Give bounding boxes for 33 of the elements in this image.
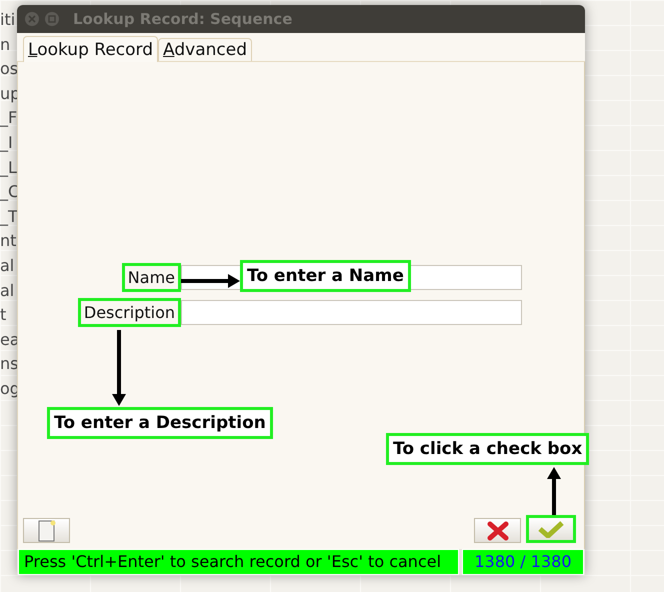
background-text: nt [0,230,18,252]
background-text: al [0,254,16,277]
annotation-tooltip: To enter a Description [47,407,273,439]
note-icon [38,520,56,542]
tab[interactable]: Lookup Record [23,36,158,62]
background-text: iti [0,9,16,31]
annotation-tooltip: To enter a Name [240,260,411,292]
field-label: Name [122,263,181,292]
background-text: al [0,280,16,302]
background-text: _F [0,107,18,130]
record-count: 1380 / 1380 [462,549,584,575]
background-text: _T [0,206,19,228]
input-field[interactable] [181,300,522,325]
arrow [547,467,561,516]
status-message: Press 'Ctrl+Enter' to search record or 'Esc' to cancel [18,549,459,575]
notes-button[interactable] [23,518,70,543]
tab[interactable]: Advanced [158,38,252,61]
annotation-tooltip: To click a check box [386,433,590,465]
background-text: t [0,304,8,326]
background-text: ns [0,353,20,376]
window-title: Lookup Record: Sequence [73,10,292,28]
checkmark-icon [538,520,564,538]
background-text: n [0,34,12,56]
field-label: Description [78,298,181,327]
arrow [181,274,240,288]
background-text: _L [0,156,18,179]
background-text: os [0,58,20,80]
close-icon [486,520,508,540]
close-icon[interactable] [25,12,39,26]
ok-button[interactable] [526,515,576,543]
cancel-button[interactable] [474,518,521,543]
maximize-icon[interactable] [45,12,59,26]
background-text: _I [0,132,14,154]
